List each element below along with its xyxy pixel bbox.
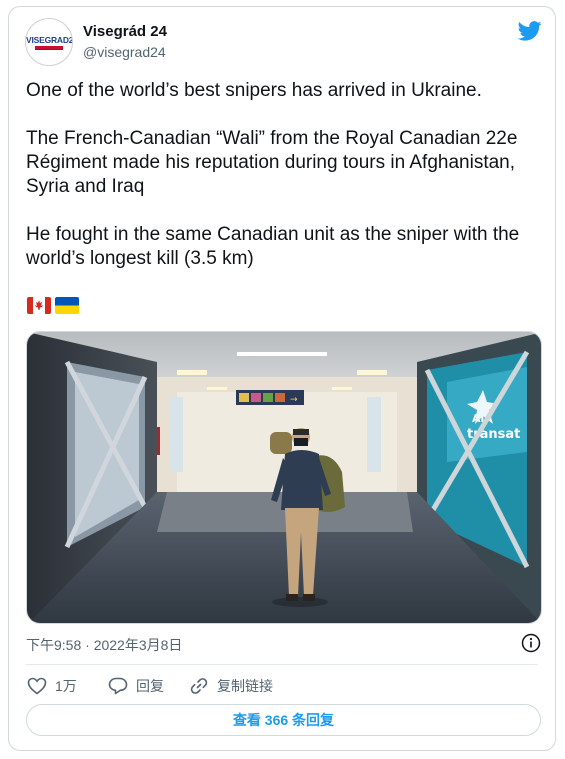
view-replies-label: 查看 366 条回复 [232, 712, 335, 728]
like-button[interactable]: 1万 [27, 675, 77, 697]
avatar-logo-stripe-blue [35, 49, 63, 50]
tweet-card: VISEGRAD24 Visegrád 24 @visegrad24 One o… [8, 6, 556, 751]
twitter-bird-icon[interactable] [518, 21, 542, 41]
divider [26, 664, 538, 665]
reply-button[interactable]: 回复 [108, 675, 164, 697]
copy-link-label: 复制链接 [217, 678, 273, 694]
view-replies-button[interactable]: 查看 366 条回复 [26, 704, 541, 736]
user-handle[interactable]: @visegrad24 [83, 44, 166, 60]
like-count: 1万 [55, 678, 77, 694]
copy-link-button[interactable]: 复制链接 [189, 675, 273, 697]
avatar-logo-text: VISEGRAD24 [26, 35, 73, 45]
tweet-paragraph-2: The French-Canadian “Wali” from the Roya… [26, 128, 518, 197]
avatar[interactable]: VISEGRAD24 [25, 18, 73, 66]
heart-icon [27, 677, 47, 695]
canada-flag-icon [27, 297, 51, 314]
tweet-paragraph-3: He fought in the same Canadian unit as t… [26, 224, 520, 269]
tweet-text: One of the world’s best snipers has arri… [26, 79, 541, 271]
ukraine-flag-icon [55, 297, 79, 314]
info-icon[interactable] [521, 633, 541, 653]
display-name[interactable]: Visegrád 24 [83, 23, 167, 40]
tweet-paragraph-1: One of the world’s best snipers has arri… [26, 80, 482, 101]
tweet-photo[interactable]: → Air transat [26, 331, 542, 624]
tweet-timestamp[interactable]: 下午9:58 · 2022年3月8日 [26, 635, 182, 655]
reply-label: 回复 [136, 678, 164, 694]
reply-bubble-icon [108, 677, 128, 695]
link-icon [190, 678, 208, 694]
sniper-airport-photo: → Air transat [27, 332, 541, 623]
svg-text:→: → [290, 395, 298, 405]
